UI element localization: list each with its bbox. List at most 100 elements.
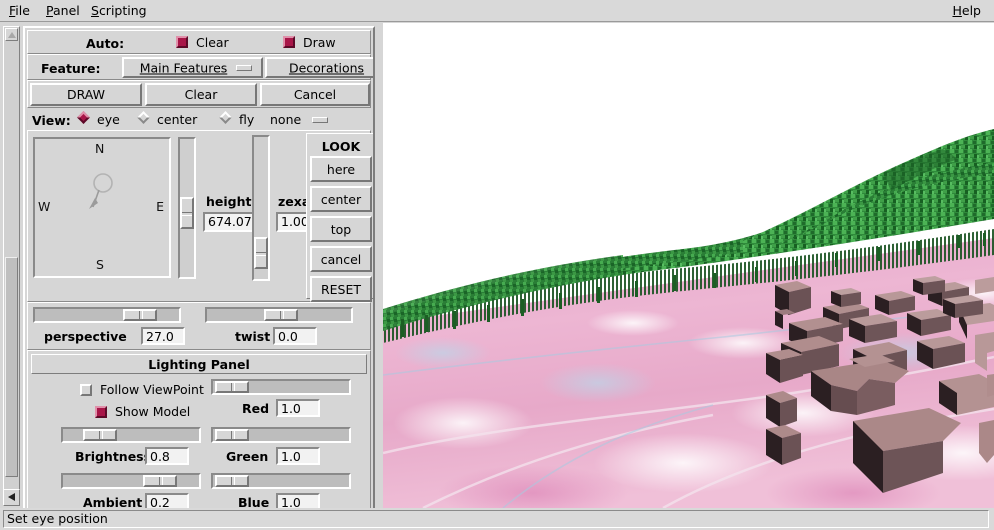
perspective-value-input[interactable]: 27.0	[141, 327, 185, 345]
building	[831, 288, 861, 307]
show-model-label: Show Model	[115, 404, 191, 419]
decorations-dropdown[interactable]: Decorations	[265, 57, 373, 78]
red-value-input[interactable]: 1.0	[276, 399, 320, 417]
look-panel: LOOK here center top cancel RESET	[306, 133, 373, 302]
look-here-button[interactable]: here	[310, 156, 372, 182]
view-none-label: none	[270, 112, 302, 127]
status-bar: Set eye position	[0, 508, 994, 530]
view-label: View:	[32, 113, 71, 128]
brightness-label: Brightness	[75, 449, 152, 464]
scrollbar-thumb[interactable]	[5, 257, 18, 477]
auto-clear-checkbox[interactable]: Clear	[158, 32, 263, 52]
twist-slider[interactable]	[205, 307, 353, 323]
brightness-value-input[interactable]: 0.8	[145, 447, 189, 465]
viewpoint-group: N W E S height 674.07 zexag 1.000 LOOK h…	[27, 130, 373, 302]
control-panel-region: Auto: Clear Draw Feature: Main Features	[0, 22, 381, 526]
auto-clear-label: Clear	[196, 35, 229, 50]
perspective-slider-thumb[interactable]	[123, 309, 157, 321]
look-top-button[interactable]: top	[310, 216, 372, 242]
view-fly-radio[interactable]: fly	[218, 110, 270, 129]
radio-center-icon[interactable]	[137, 111, 152, 126]
nviz-control-panel: Auto: Clear Draw Feature: Main Features	[23, 26, 375, 526]
compass-pointer-icon	[89, 173, 113, 209]
view-fly-label: fly	[239, 112, 255, 127]
view-none-dropdown[interactable]: none	[270, 110, 360, 129]
follow-viewpoint-label: Follow ViewPoint	[100, 382, 204, 397]
menu-bar: File Panel Scripting Help	[0, 0, 994, 22]
height-slider[interactable]	[178, 137, 196, 279]
building	[913, 276, 945, 295]
nviz-3d-render-view[interactable]	[383, 23, 994, 508]
perspective-slider[interactable]	[33, 307, 181, 323]
terrain-3d-scene	[383, 23, 994, 508]
draw-button[interactable]: DRAW	[30, 83, 142, 106]
ambient-slider-thumb[interactable]	[143, 475, 177, 487]
menu-help[interactable]: Help	[947, 3, 986, 19]
view-center-label: center	[157, 112, 198, 127]
auto-label: Auto:	[86, 36, 125, 51]
twist-slider-thumb[interactable]	[264, 309, 298, 321]
perspective-label: perspective	[44, 329, 127, 344]
lighting-panel-group: Lighting Panel Follow ViewPoint Show Mod…	[27, 350, 371, 522]
twist-value-input[interactable]: 0.0	[273, 327, 317, 345]
lighting-panel-title: Lighting Panel	[148, 356, 250, 372]
nviz-application-window: File Panel Scripting Help Auto: Clear Dr…	[0, 0, 994, 530]
show-model-checkbox[interactable]: Show Model	[68, 401, 228, 423]
green-label: Green	[226, 449, 269, 464]
feature-row-group: Feature: Main Features Decorations	[27, 54, 373, 80]
view-eye-radio[interactable]: eye	[76, 110, 134, 129]
look-reset-button[interactable]: RESET	[310, 276, 372, 302]
chevron-down-icon	[236, 64, 252, 71]
follow-viewpoint-check-icon[interactable]	[80, 384, 92, 396]
zexag-slider-thumb[interactable]	[254, 237, 268, 269]
brightness-slider[interactable]	[61, 427, 201, 443]
clear-button[interactable]: Clear	[145, 83, 257, 106]
cancel-button[interactable]: Cancel	[260, 83, 370, 106]
auto-draw-check-icon[interactable]	[283, 36, 295, 48]
building	[987, 374, 994, 397]
radio-eye-icon[interactable]	[77, 111, 92, 126]
status-message: Set eye position	[3, 510, 989, 528]
auto-draw-label: Draw	[303, 35, 336, 50]
look-center-button[interactable]: center	[310, 186, 372, 212]
perspective-twist-group: perspective 27.0 twist 0.0	[27, 302, 371, 350]
auto-clear-check-icon[interactable]	[176, 36, 188, 48]
view-mode-row: View: eye center fly none	[27, 108, 371, 130]
view-eye-label: eye	[97, 112, 120, 127]
menu-scripting[interactable]: Scripting	[86, 3, 152, 19]
show-model-check-icon[interactable]	[95, 406, 107, 418]
draw-buttons-group: DRAW Clear Cancel	[27, 80, 371, 108]
decorations-label: Decorations	[288, 60, 365, 75]
zexag-slider[interactable]	[252, 135, 270, 281]
menu-panel[interactable]: Panel	[41, 3, 85, 19]
scroll-left-arrow-icon[interactable]	[3, 489, 20, 506]
menu-file[interactable]: File	[4, 3, 35, 19]
blue-slider[interactable]	[211, 473, 351, 489]
height-label: height	[206, 194, 252, 209]
chevron-down-icon	[312, 117, 328, 123]
green-slider[interactable]	[211, 427, 351, 443]
green-value-input[interactable]: 1.0	[276, 447, 320, 465]
scroll-up-arrow-icon[interactable]	[5, 28, 18, 41]
red-slider-thumb[interactable]	[215, 381, 249, 393]
main-features-dropdown[interactable]: Main Features	[122, 57, 263, 78]
follow-viewpoint-checkbox[interactable]: Follow ViewPoint	[68, 379, 228, 401]
radio-fly-icon[interactable]	[219, 111, 234, 126]
blue-slider-thumb[interactable]	[215, 475, 249, 487]
eye-position-compass[interactable]: N W E S	[33, 137, 171, 278]
building-blocks-far-right	[943, 295, 983, 318]
ambient-slider[interactable]	[61, 473, 201, 489]
auto-draw-checkbox[interactable]: Draw	[265, 32, 370, 52]
height-slider-thumb[interactable]	[180, 197, 194, 229]
red-label: Red	[242, 401, 270, 416]
green-slider-thumb[interactable]	[215, 429, 249, 441]
red-slider[interactable]	[211, 379, 351, 395]
twist-label: twist	[235, 329, 271, 344]
brightness-slider-thumb[interactable]	[83, 429, 117, 441]
look-cancel-button[interactable]: cancel	[310, 246, 372, 272]
auto-row-group: Auto: Clear Draw	[27, 30, 371, 54]
look-title: LOOK	[321, 139, 361, 154]
view-center-radio[interactable]: center	[136, 110, 216, 129]
panel-vertical-scrollbar[interactable]	[3, 26, 20, 504]
lighting-panel-title-bar: Lighting Panel	[31, 354, 367, 374]
